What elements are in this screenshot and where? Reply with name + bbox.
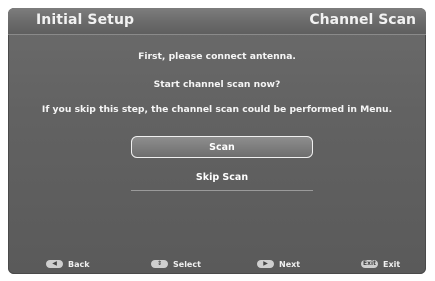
skip-scan-button[interactable]: Skip Scan [131, 168, 313, 190]
scan-button[interactable]: Scan [131, 136, 313, 158]
instruction-connect-antenna: First, please connect antenna. [138, 51, 296, 62]
page-title: Initial Setup [36, 12, 135, 28]
header-bar: Initial Setup Channel Scan [8, 8, 426, 35]
section-title: Channel Scan [309, 12, 416, 28]
footer-exit-label: Exit [383, 259, 401, 269]
footer-back[interactable]: ◀ Back [46, 256, 90, 272]
tv-setup-screen: Initial Setup Channel Scan First, please… [8, 8, 426, 274]
footer-next[interactable]: ▶ Next [257, 256, 300, 272]
footer-exit[interactable]: Exit Exit [361, 256, 400, 272]
up-down-arrow-icon: ⇕ [151, 260, 168, 268]
instruction-skip-note: If you skip this step, the channel scan … [41, 104, 393, 115]
left-arrow-icon: ◀ [46, 260, 63, 268]
exit-key-icon: Exit [361, 260, 378, 268]
skip-scan-divider [131, 190, 313, 191]
right-arrow-icon: ▶ [257, 260, 274, 268]
footer-next-label: Next [279, 259, 301, 269]
footer-select-label: Select [173, 259, 201, 269]
footer-hint-bar: ◀ Back ⇕ Select ▶ Next Exit Exit [8, 256, 426, 272]
instruction-start-scan: Start channel scan now? [153, 79, 281, 90]
footer-select[interactable]: ⇕ Select [151, 256, 201, 272]
footer-back-label: Back [68, 259, 90, 269]
